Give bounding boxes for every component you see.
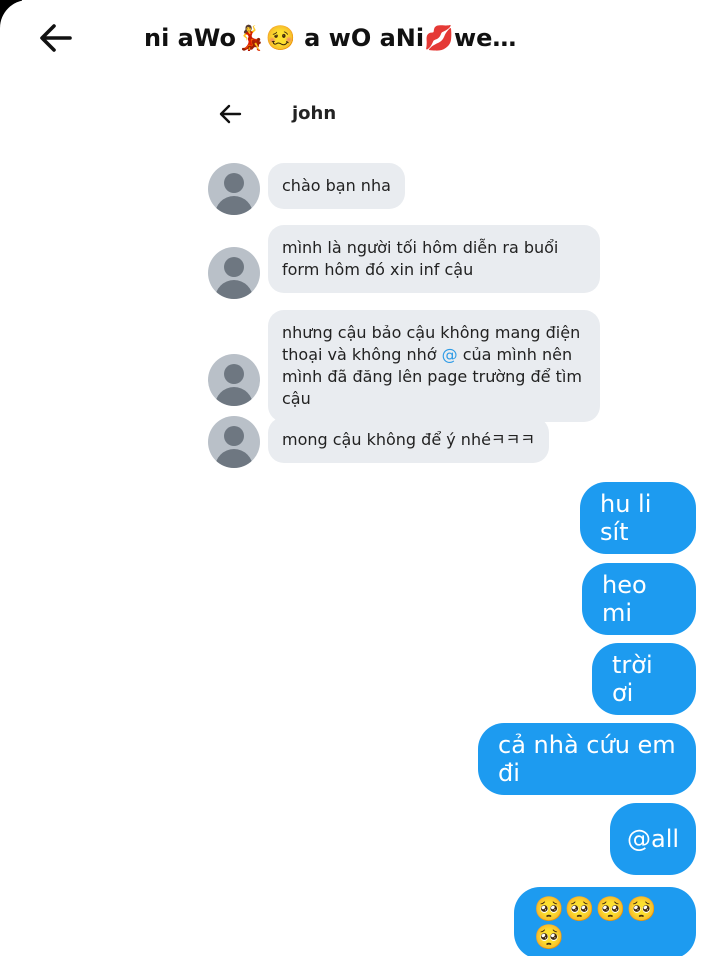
back-arrow-icon	[219, 104, 242, 124]
outgoing-message[interactable]: heo mi	[582, 563, 696, 635]
screenshot-header: john	[190, 90, 620, 138]
avatar	[208, 416, 260, 468]
top-bar: ni aWo💃🥴 a wO aNi💋we…	[0, 0, 720, 78]
mention-symbol: @	[441, 345, 458, 364]
outgoing-message[interactable]: @all	[610, 803, 696, 875]
shared-screenshot[interactable]: john chào bạn nha mình là người tối hôm …	[190, 90, 620, 474]
back-arrow-icon[interactable]	[36, 18, 76, 58]
outgoing-message[interactable]: cả nhà cứu em đi	[478, 723, 696, 795]
chat-title[interactable]: ni aWo💃🥴 a wO aNi💋we…	[144, 24, 524, 52]
contact-name: john	[292, 103, 337, 124]
incoming-message: nhưng cậu bảo cậu không mang điện thoại …	[268, 310, 600, 422]
outgoing-message[interactable]: hu li sít	[580, 482, 696, 554]
incoming-message: mình là người tối hôm diễn ra buổi form …	[268, 225, 600, 293]
avatar	[208, 247, 260, 299]
avatar	[208, 354, 260, 406]
outgoing-message[interactable]: trời ơi	[592, 643, 696, 715]
outgoing-message[interactable]: 🥺🥺🥺🥺🥺	[514, 887, 696, 956]
incoming-message: chào bạn nha	[268, 163, 405, 209]
incoming-message: mong cậu không để ý nhéㅋㅋㅋ	[268, 417, 550, 463]
avatar	[208, 163, 260, 215]
